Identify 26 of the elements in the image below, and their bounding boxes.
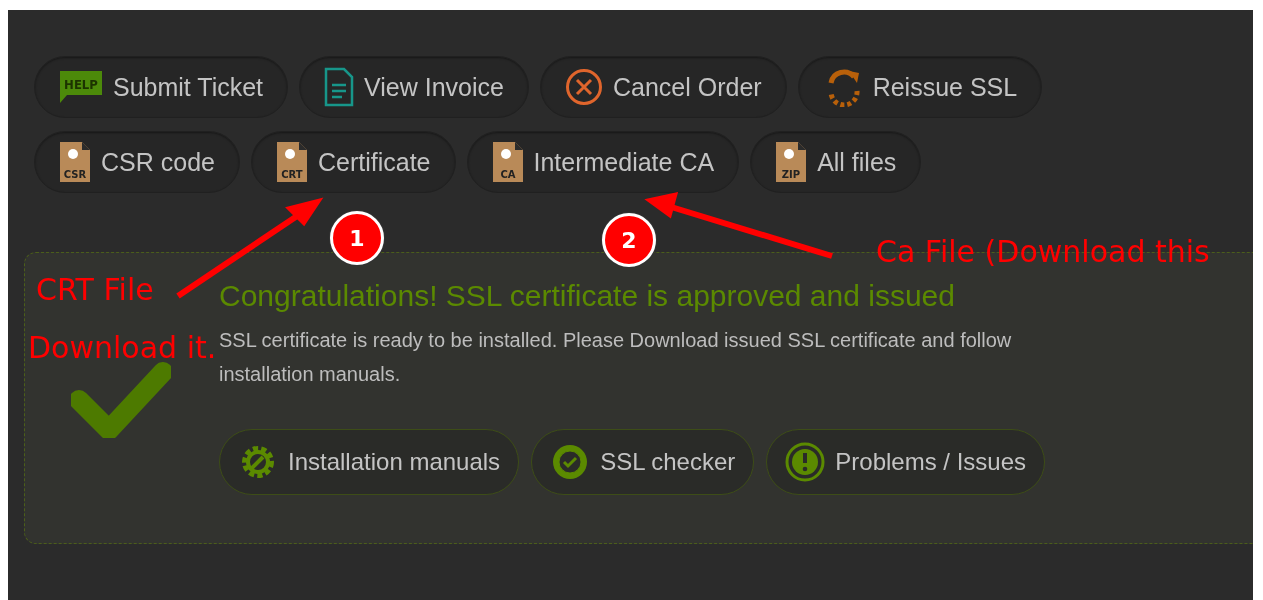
help-speech-icon: HELP (59, 70, 103, 104)
toolbar-button[interactable]: CSR CSR code (34, 131, 240, 193)
exclamation-circle-icon (785, 442, 826, 482)
toolbar-button[interactable]: HELP Submit Ticket (34, 56, 289, 118)
number-marker: 1 (330, 211, 384, 265)
file-icon: CRT (275, 141, 308, 183)
file-icon: CA (491, 141, 524, 183)
toolbar-button[interactable]: View Invoice (299, 56, 529, 118)
annotation-note: CRT File (36, 272, 154, 307)
close-circle-icon (564, 68, 603, 106)
status-message: SSL certificate is ready to be installed. Please Download issued SSL certificate and follow installation manuals. (219, 328, 1013, 387)
status-title: Congratulations! SSL certificate is approved and issued (219, 279, 956, 313)
file-icon: ZIP (775, 141, 808, 183)
file-icon: CSR (59, 141, 91, 183)
help-button[interactable]: Installation manuals (219, 429, 520, 495)
toolbar-button[interactable]: ZIP All files (750, 131, 922, 193)
annotation-note: Download it. (28, 330, 217, 365)
toolbar-button[interactable]: Reissue SSL (797, 56, 1043, 118)
number-marker: 2 (602, 213, 656, 267)
toolbar-button[interactable]: Cancel Order (539, 56, 787, 118)
toolbar-button[interactable]: CRT Certificate (250, 131, 456, 193)
document-icon (324, 67, 355, 107)
help-button[interactable]: SSL checker (531, 429, 755, 495)
toolbar-button[interactable]: CA Intermediate CA (466, 131, 740, 193)
annotation-note: Ca File (Download this (876, 234, 1210, 269)
help-button[interactable]: Problems / Issues (766, 429, 1046, 495)
